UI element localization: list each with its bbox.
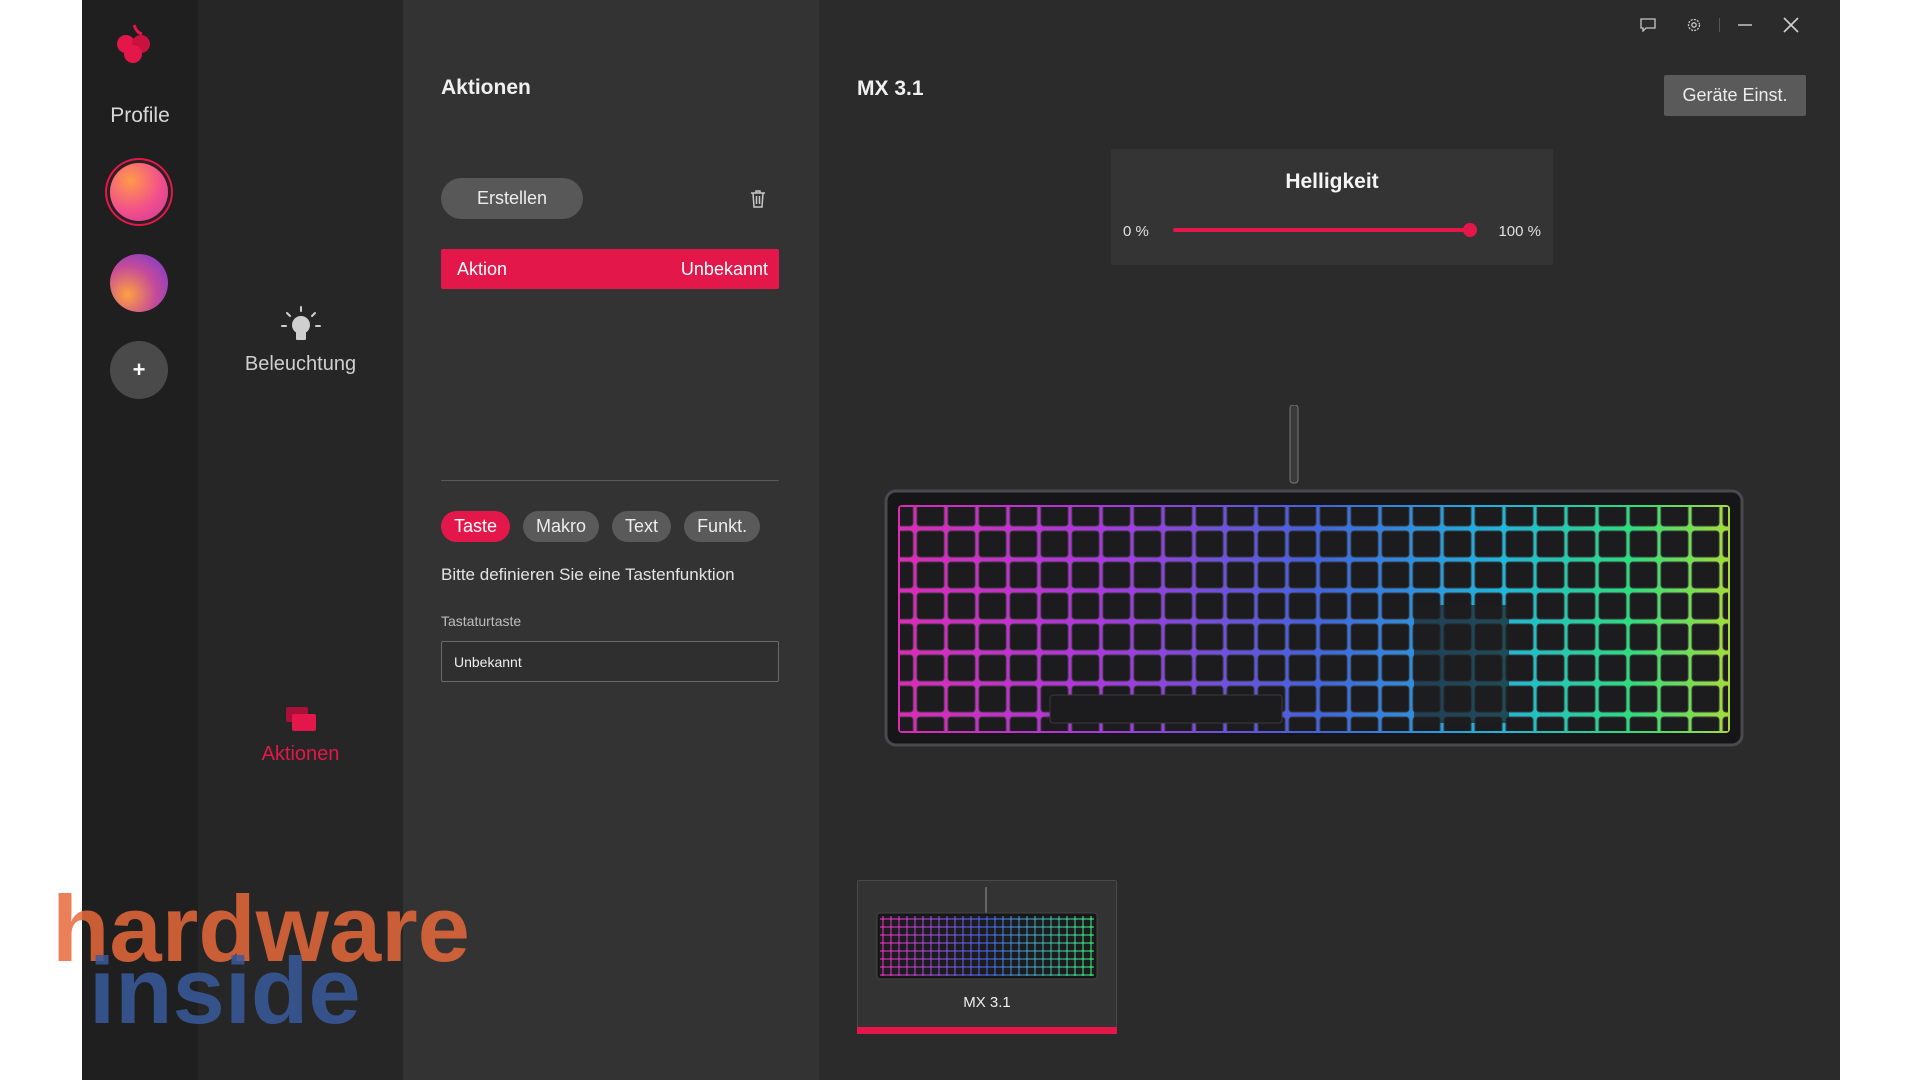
app-window: Profile + Beleuchtung Aktionen Aktionen … (82, 0, 1840, 1080)
tab-makro[interactable]: Makro (523, 511, 600, 542)
gear-icon (1687, 18, 1701, 32)
settings-button[interactable] (1671, 12, 1717, 38)
add-profile-button[interactable]: + (110, 341, 168, 399)
feedback-button[interactable] (1625, 12, 1671, 38)
tab-taste[interactable]: Taste (441, 511, 511, 542)
trash-icon[interactable] (750, 189, 766, 208)
key-function-hint: Bitte definieren Sie eine Tastenfunktion (441, 565, 735, 584)
close-button[interactable] (1768, 12, 1814, 38)
keyboard-preview[interactable] (884, 405, 1744, 750)
device-card[interactable]: MX 3.1 (857, 880, 1117, 1034)
lightbulb-icon (280, 306, 321, 340)
minimize-icon (1738, 24, 1752, 26)
brightness-slider-fill (1173, 228, 1470, 232)
profile-2-button[interactable] (110, 254, 168, 312)
device-title: MX 3.1 (857, 77, 924, 100)
brightness-max-label: 100 % (1498, 223, 1541, 240)
cherry-logo-icon (117, 24, 150, 63)
chat-bubble-icon (1640, 18, 1656, 32)
keyboard-key-input[interactable] (441, 641, 779, 682)
profile-rail: Profile + (82, 0, 198, 1080)
profiles-title: Profile (110, 104, 170, 127)
profile-1-button[interactable] (110, 163, 168, 221)
brightness-title: Helligkeit (1285, 170, 1379, 193)
window-controls (1625, 12, 1814, 38)
window-controls-separator (1719, 18, 1720, 32)
actions-panel: Aktionen Erstellen Aktion Unbekannt Tast… (403, 0, 819, 1080)
brightness-slider[interactable] (1173, 223, 1477, 237)
mode-actions[interactable]: Aktionen (198, 705, 403, 766)
device-card-name: MX 3.1 (963, 994, 1011, 1011)
stacked-windows-icon (285, 707, 316, 731)
tab-text[interactable]: Text (612, 511, 672, 542)
brightness-panel: Helligkeit 0 % 100 % (1111, 149, 1553, 265)
mode-nav: Beleuchtung Aktionen (198, 0, 403, 1080)
mode-actions-label: Aktionen (261, 743, 340, 765)
mode-lighting-label: Beleuchtung (244, 353, 357, 375)
device-card-selected-indicator (857, 1027, 1117, 1034)
create-button[interactable]: Erstellen (441, 178, 583, 219)
actions-title: Aktionen (441, 76, 531, 99)
close-icon (1783, 17, 1799, 33)
minimize-button[interactable] (1722, 12, 1768, 38)
mode-lighting[interactable]: Beleuchtung (198, 305, 403, 376)
divider (441, 480, 779, 481)
action-name: Aktion (457, 258, 508, 279)
brightness-min-label: 0 % (1123, 223, 1149, 240)
device-settings-button[interactable]: Geräte Einst. (1664, 75, 1806, 116)
device-panel: MX 3.1 Geräte Einst. Helligkeit 0 % 100 … (819, 0, 1840, 1080)
action-value: Unbekannt (680, 258, 768, 279)
action-list-item[interactable]: Aktion Unbekannt (441, 249, 779, 289)
action-type-tabs: Taste Makro Text Funkt. (441, 511, 761, 542)
brightness-slider-handle[interactable] (1463, 223, 1477, 237)
tab-funkt[interactable]: Funkt. (684, 511, 761, 542)
keyboard-key-label: Tastaturtaste (441, 613, 522, 629)
keyboard-thumbnail (876, 887, 1098, 980)
